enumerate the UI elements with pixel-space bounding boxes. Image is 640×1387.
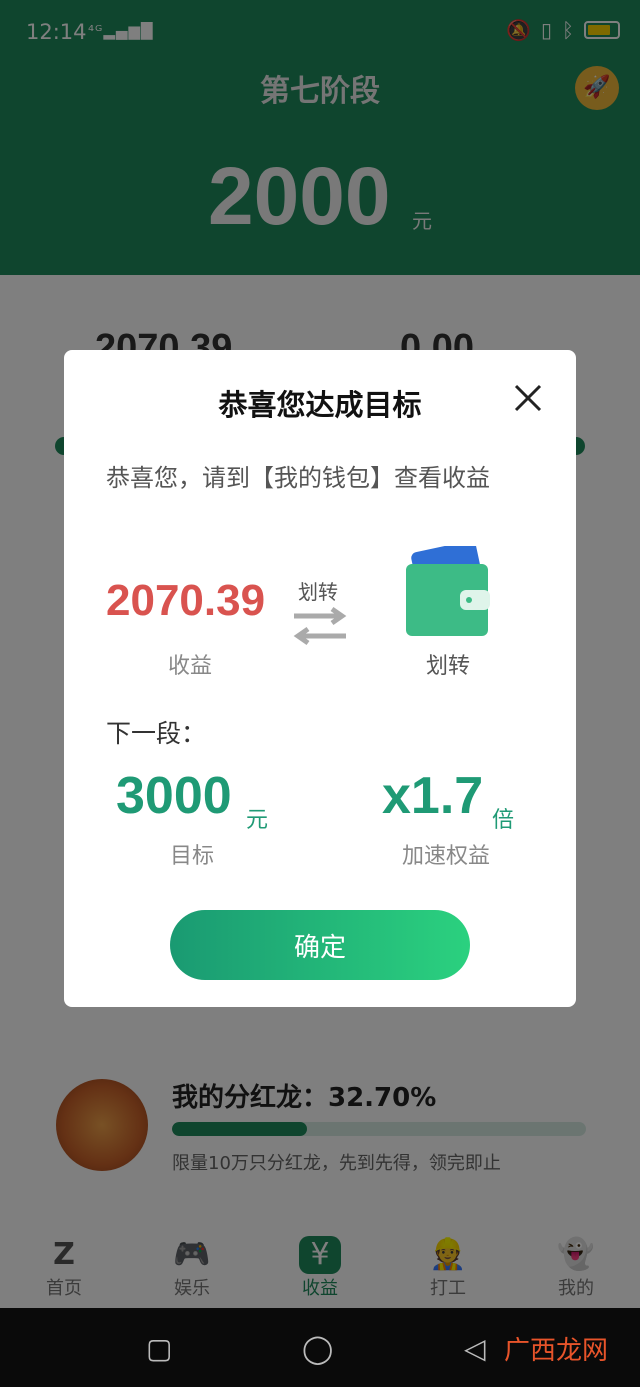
transfer-arrows-icon <box>293 606 347 646</box>
watermark: 广西龙网 <box>503 1336 608 1366</box>
wallet-icon[interactable] <box>404 546 494 642</box>
system-nav-bar: ▢ ◯ ◁ 广西龙网 <box>0 1308 640 1387</box>
confirm-button[interactable]: 确定 <box>170 910 470 980</box>
recents-icon[interactable]: ▢ <box>146 1332 172 1365</box>
multiplier-label: 加速权益 <box>402 844 491 869</box>
home-circle-icon[interactable]: ◯ <box>302 1332 333 1365</box>
target-unit: 元 <box>246 808 269 833</box>
dialog-message: 恭喜您，请到【我的钱包】查看收益 <box>106 464 490 492</box>
multiplier-value: x1.7 <box>382 767 484 825</box>
wallet-label: 划转 <box>426 654 471 679</box>
target-label: 目标 <box>170 844 215 869</box>
close-icon[interactable] <box>508 378 548 418</box>
next-stage-label: 下一段： <box>106 719 207 748</box>
target-value: 3000 <box>116 767 232 825</box>
goal-reached-dialog: 恭喜您达成目标 恭喜您，请到【我的钱包】查看收益 2070.39 收益 划转 划… <box>64 350 576 1007</box>
back-triangle-icon[interactable]: ◁ <box>464 1332 486 1365</box>
transfer-arrow-label: 划转 <box>298 580 338 604</box>
income-label: 收益 <box>168 654 213 679</box>
income-value: 2070.39 <box>106 576 266 625</box>
multiplier-unit: 倍 <box>492 808 515 833</box>
dialog-title: 恭喜您达成目标 <box>218 388 422 422</box>
